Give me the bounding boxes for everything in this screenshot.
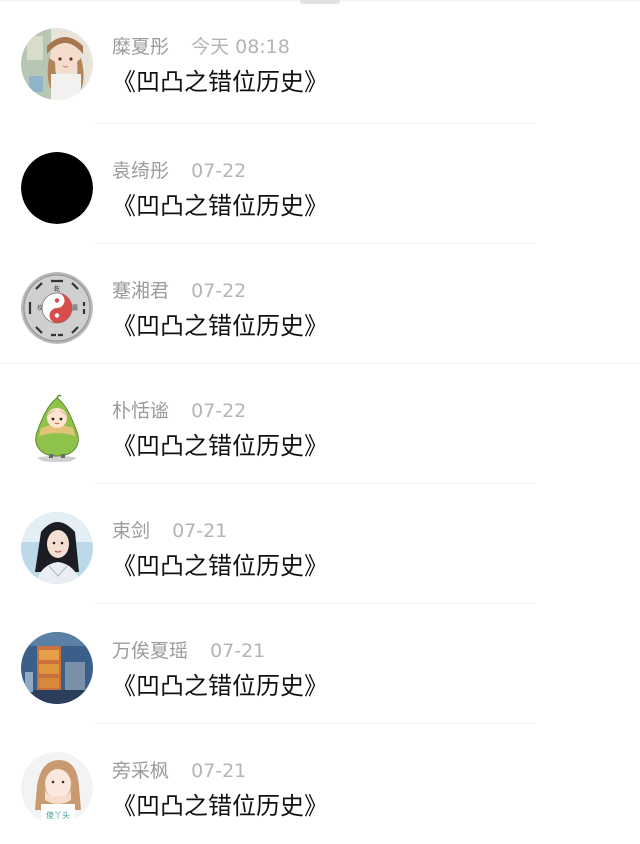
comment-text: 《凹凸之错位历史》 [112,552,328,580]
comment-item[interactable]: 袁绮彤 07-22 《凹凸之错位历史》 [0,124,640,244]
comment-item[interactable]: 朴恬谧 07-22 《凹凸之错位历史》 [0,364,640,484]
comment-text: 《凹凸之错位历史》 [112,192,328,220]
comment-meta: 束剑 07-21 [112,518,227,544]
user-name[interactable]: 袁绮彤 [112,160,169,182]
comment-time: 07-22 [191,160,247,182]
bagua-label: 震 [72,305,78,312]
comment-meta: 朴恬谧 07-22 [112,398,246,424]
comment-meta: 糜夏彤 今天 08:18 [112,34,290,60]
user-avatar[interactable]: 傻丫头 [21,752,93,824]
comment-item[interactable]: 糜夏彤 今天 08:18 《凹凸之错位历史》 [0,0,640,124]
black-circle-avatar-image [21,152,93,224]
comment-item[interactable]: 束剑 07-21 《凹凸之错位历史》 [0,484,640,604]
comment-time: 07-21 [210,640,266,662]
comment-item[interactable]: 万俟夏瑶 07-21 《凹凸之错位历史》 [0,604,640,724]
user-avatar[interactable] [21,512,93,584]
comment-meta: 蹇湘君 07-22 [112,278,246,304]
costume-woman-avatar-image [21,512,93,584]
zongzi-cartoon-avatar-image [21,392,93,464]
comment-meta: 袁绮彤 07-22 [112,158,246,184]
user-name[interactable]: 蹇湘君 [112,280,169,302]
comment-item[interactable]: 傻丫头 旁采枫 07-21 《凹凸之错位历史》 [0,724,640,844]
comment-item[interactable]: 乾 坎 震 蹇湘君 07-22 《凹凸之错位历史》 [0,244,640,364]
comment-meta: 旁采枫 07-21 [112,758,246,784]
comment-meta: 万俟夏瑶 07-21 [112,638,265,664]
user-name[interactable]: 糜夏彤 [112,36,169,58]
bagua-label: 坎 [37,304,43,312]
comment-text: 《凹凸之错位历史》 [112,432,328,460]
user-name[interactable]: 朴恬谧 [112,400,169,422]
temple-scene-avatar-image [21,632,93,704]
girl-caption: 傻丫头 [46,810,70,820]
comment-time: 07-22 [191,400,247,422]
user-avatar[interactable] [21,392,93,464]
comment-text: 《凹凸之错位历史》 [112,672,328,700]
comment-time: 今天 08:18 [191,36,290,58]
user-name[interactable]: 束剑 [112,520,150,542]
user-avatar[interactable] [21,28,93,100]
comment-time: 07-22 [191,280,247,302]
comment-text: 《凹凸之错位历史》 [112,68,328,96]
bagua-avatar-image: 乾 坎 震 [21,272,93,344]
comment-time: 07-21 [172,520,228,542]
user-name[interactable]: 旁采枫 [112,760,169,782]
girl-hands-face-avatar-image: 傻丫头 [21,752,93,824]
user-name[interactable]: 万俟夏瑶 [112,640,188,662]
user-avatar[interactable]: 乾 坎 震 [21,272,93,344]
anime-girl-avatar-image [21,28,93,100]
comment-text: 《凹凸之错位历史》 [112,792,328,820]
user-avatar[interactable] [21,152,93,224]
comment-text: 《凹凸之错位历史》 [112,312,328,340]
comment-list: 糜夏彤 今天 08:18 《凹凸之错位历史》 袁绮彤 07-22 《凹凸之错位历… [0,0,640,844]
comment-time: 07-21 [191,760,247,782]
bagua-label: 乾 [54,285,60,293]
user-avatar[interactable] [21,632,93,704]
